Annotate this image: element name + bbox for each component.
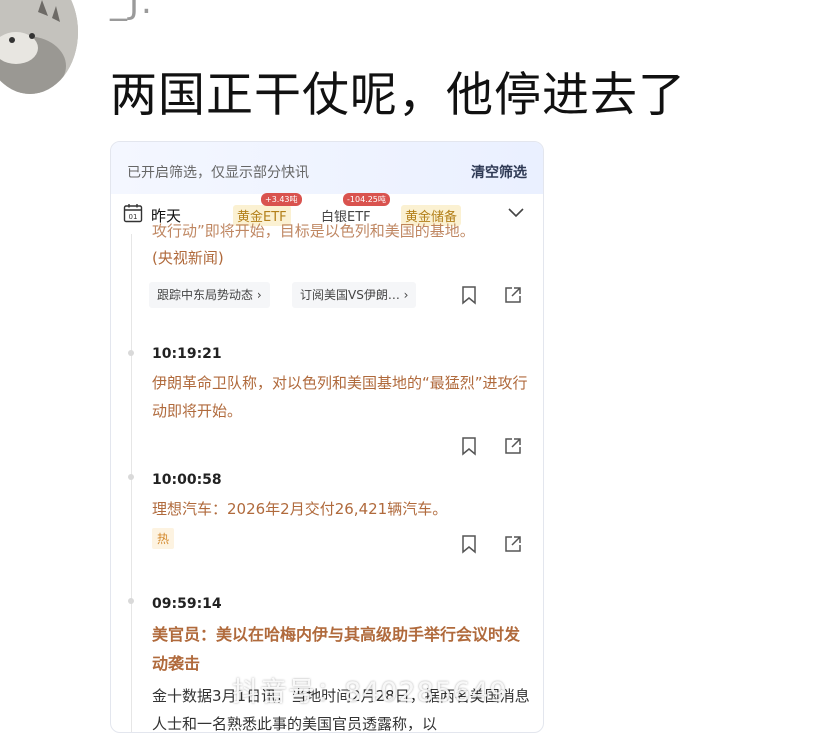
calendar-day: 01: [129, 213, 138, 221]
share-icon[interactable]: [503, 285, 523, 305]
clear-filter-button[interactable]: 清空筛选: [471, 162, 527, 182]
bookmark-icon[interactable]: [459, 285, 479, 305]
chip-badge: -104.25吨: [343, 193, 390, 206]
cat-avatar-image: [0, 0, 78, 94]
filter-bar: 已开启筛选，仅显示部分快讯 清空筛选: [111, 142, 543, 194]
timeline-dot: [128, 598, 134, 604]
news-feed-screenshot: 已开启筛选，仅显示部分快讯 清空筛选 01 昨天 黄金ETF +3.43吨 白银…: [110, 141, 544, 733]
avatar[interactable]: [0, 0, 78, 94]
news-time: 10:00:58: [152, 472, 222, 488]
username[interactable]: _J.: [110, 0, 154, 22]
timeline-line: [131, 234, 132, 732]
news-fragment: 攻行动”即将开始，目标是以色列和美国的基地。: [152, 222, 475, 240]
bookmark-icon[interactable]: [459, 534, 479, 554]
chip-badge: +3.43吨: [261, 193, 302, 206]
news-time: 09:59:14: [152, 596, 222, 612]
post-text: 两国正干仗呢，他停进去了: [110, 68, 686, 123]
share-icon[interactable]: [503, 436, 523, 456]
news-text[interactable]: 理想汽车：2026年2月交付26,421辆汽车。: [152, 495, 532, 523]
calendar-icon[interactable]: 01: [123, 203, 143, 223]
chevron-down-icon[interactable]: [507, 206, 525, 220]
watermark: 抖音号：840285649: [232, 677, 508, 708]
hot-tag: 热: [152, 528, 175, 549]
share-icon[interactable]: [503, 534, 523, 554]
timeline-dot: [128, 474, 134, 480]
tag-follow-middle-east[interactable]: 跟踪中东局势动态 ›: [149, 282, 270, 308]
news-text[interactable]: 伊朗革命卫队称，对以色列和美国基地的“最猛烈”进攻行动即将开始。: [152, 369, 532, 425]
news-time: 10:19:21: [152, 346, 222, 362]
bookmark-icon[interactable]: [459, 436, 479, 456]
timeline-dot: [128, 350, 134, 356]
tag-subscribe-us-iran[interactable]: 订阅美国VS伊朗… ›: [292, 282, 417, 308]
filter-note: 已开启筛选，仅显示部分快讯: [127, 165, 309, 181]
news-source-link[interactable]: (央视新闻): [152, 247, 224, 268]
